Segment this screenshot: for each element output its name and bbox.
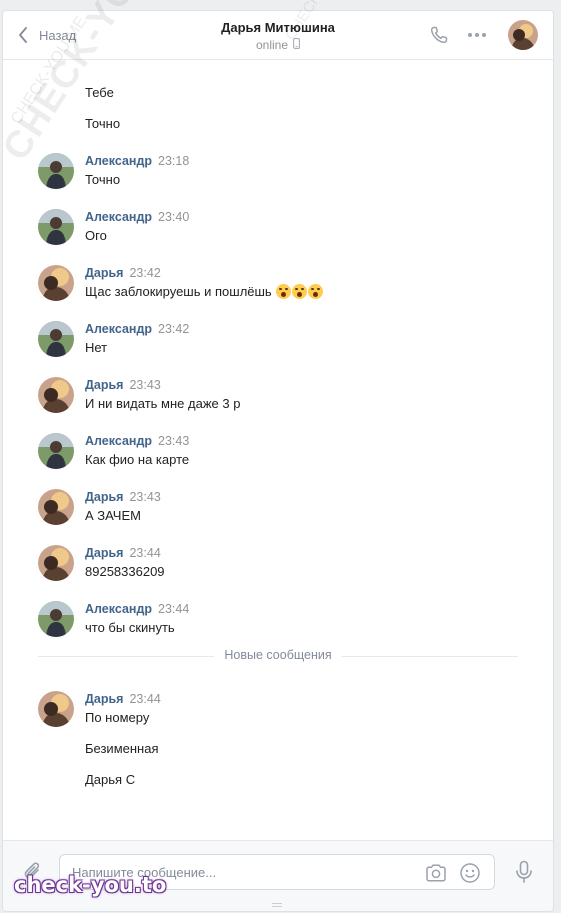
mobile-icon [293,37,300,53]
message-composer [3,840,553,911]
smile-icon[interactable] [458,861,482,885]
message-time: 23:42 [158,322,190,336]
message-time: 23:43 [129,378,161,392]
message-text: Безименная [85,741,159,756]
avatar[interactable] [38,377,74,413]
avatar[interactable] [38,321,74,357]
message-time: 23:44 [129,546,161,560]
message-text: Дарья С [85,772,136,787]
message-author[interactable]: Дарья 23:43 [85,377,161,393]
message-text: Щас заблокируешь и пошлёшь [85,283,324,300]
message-text: По номеру [85,710,150,725]
message-input[interactable] [72,863,412,881]
microphone-icon[interactable] [512,860,536,884]
message-author[interactable]: Дарья 23:43 [85,489,161,505]
message-time: 23:18 [158,154,190,168]
avatar[interactable] [38,433,74,469]
avatar[interactable] [38,601,74,637]
message-author[interactable]: Александр 23:42 [85,321,189,337]
contact-avatar[interactable] [508,20,538,50]
message-text: А ЗАЧЕМ [85,508,141,523]
avatar[interactable] [38,489,74,525]
crying-emoji-icon [308,284,324,299]
message-author[interactable]: Дарья 23:44 [85,545,161,561]
message-text: Тебе [85,85,114,100]
message-text: 89258336209 [85,564,165,579]
new-messages-label: Новые сообщения [214,648,342,662]
message-list: Тебе Точно Александр 23:18 Точно Александ… [3,60,553,840]
message-text: Точно [85,116,121,131]
message-input-box [59,854,495,890]
message-time: 23:40 [158,210,190,224]
more-icon[interactable] [465,23,489,47]
message-text: И ни видать мне даже 3 р [85,396,241,411]
message-author[interactable]: Дарья 23:44 [85,691,161,707]
chat-panel: Назад Дарья Митюшина online Тебе Точно А… [2,10,554,912]
online-status-text: online [255,38,289,52]
online-status: online [256,37,300,53]
avatar[interactable] [38,209,74,245]
message-author[interactable]: Дарья 23:42 [85,265,161,281]
message-author[interactable]: Александр 23:44 [85,601,189,617]
avatar[interactable] [38,265,74,301]
message-author[interactable]: Александр 23:43 [85,433,189,449]
camera-icon[interactable] [424,861,448,885]
crying-emoji-icon [292,284,308,299]
resize-handle[interactable] [268,902,288,908]
message-author[interactable]: Александр 23:18 [85,153,189,169]
message-time: 23:44 [129,692,161,706]
avatar[interactable] [38,545,74,581]
new-messages-divider: Новые сообщения [38,646,518,666]
phone-icon[interactable] [427,23,451,47]
message-text: Ого [85,228,107,243]
message-text: Точно [85,172,121,187]
message-text: Как фио на карте [85,452,190,467]
avatar[interactable] [38,153,74,189]
message-time: 23:43 [158,434,190,448]
message-time: 23:43 [129,490,161,504]
avatar[interactable] [38,691,74,727]
message-time: 23:42 [129,266,161,280]
message-text: что бы скинуть [85,620,175,635]
crying-emoji-icon [276,284,292,299]
message-text: Нет [85,340,108,355]
message-time: 23:44 [158,602,190,616]
message-author[interactable]: Александр 23:40 [85,209,189,225]
chat-header: Назад Дарья Митюшина online [3,11,553,60]
paperclip-icon[interactable] [21,860,45,884]
